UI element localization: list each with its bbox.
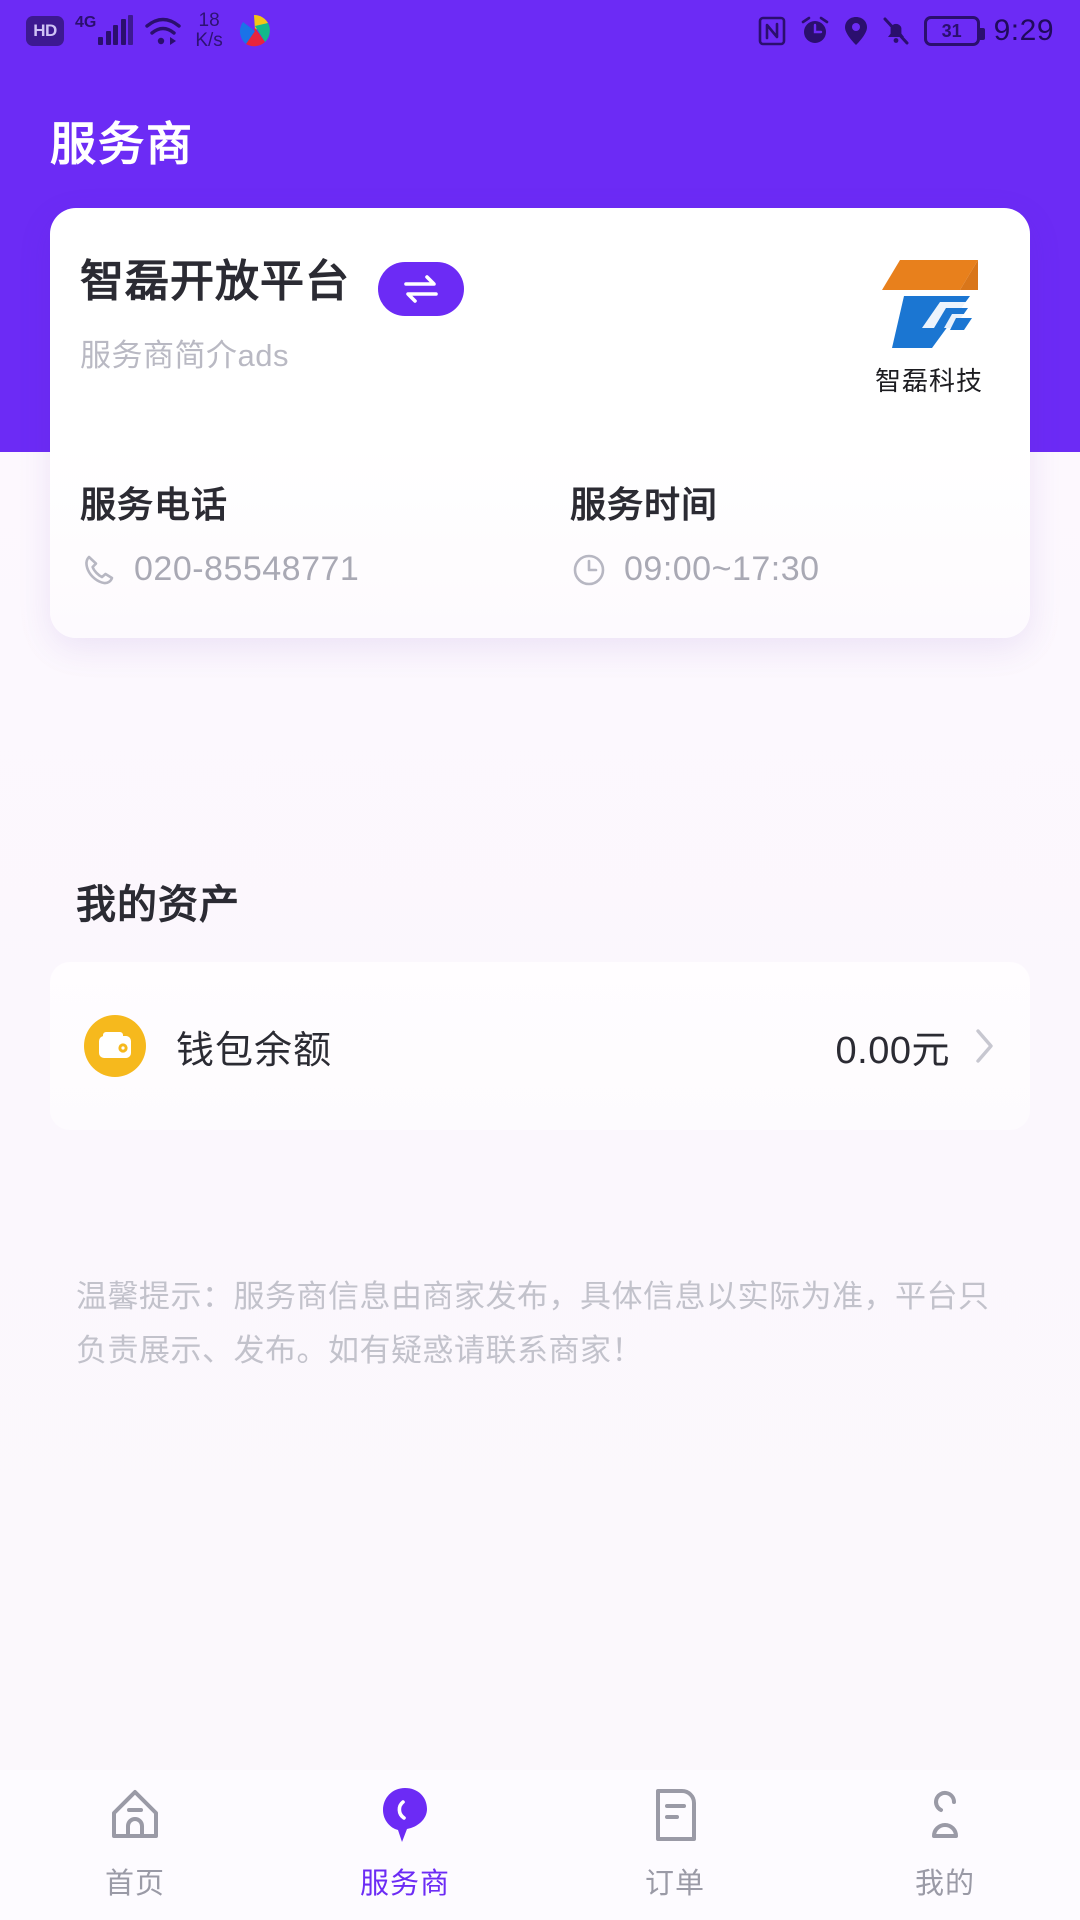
- wallet-balance-label: 钱包余额: [176, 1029, 333, 1072]
- tab-home[interactable]: 首页: [0, 1784, 270, 1902]
- service-phone-block: 服务电话 020-85548771: [80, 476, 540, 589]
- service-phone-label: 服务电话: [80, 484, 229, 525]
- swap-arrows-icon: [404, 275, 438, 303]
- page-title: 服务商: [50, 118, 194, 170]
- person-icon: [918, 1784, 972, 1846]
- wallet-glyph-icon: [99, 1032, 131, 1058]
- alarm-icon: [801, 16, 828, 43]
- provider-name: 智磊开放平台: [80, 257, 350, 306]
- provider-identity: 智磊开放平台 服务商简介ads: [80, 256, 350, 375]
- network-type-label: 4G: [75, 14, 97, 31]
- provider-card-header: 智磊开放平台 服务商简介ads 智磊科技: [80, 256, 1000, 398]
- page-background: [0, 452, 1080, 1920]
- status-bar-clock: 9:29: [993, 14, 1054, 47]
- service-phone-value-row[interactable]: 020-85548771: [80, 550, 540, 589]
- tab-profile[interactable]: 我的: [810, 1784, 1080, 1902]
- provider-contacts: 服务电话 020-85548771 服务时间 09:00~17:30: [80, 476, 1000, 589]
- tab-profile-label: 我的: [914, 1868, 975, 1900]
- net-speed-unit: K/s: [195, 30, 223, 51]
- battery-icon: 31: [923, 16, 985, 46]
- tab-service-provider[interactable]: 服务商: [270, 1784, 540, 1902]
- home-icon: [106, 1784, 164, 1846]
- battery-level: 31: [941, 20, 962, 41]
- status-bar-right: 31 9:29: [758, 14, 1054, 48]
- service-hours-value: 09:00~17:30: [624, 550, 820, 588]
- assets-section-title: 我的资产: [76, 883, 240, 927]
- service-hours-block: 服务时间 09:00~17:30: [540, 476, 1000, 589]
- tab-orders[interactable]: 订单: [540, 1784, 810, 1902]
- hd-icon: HD: [26, 16, 64, 46]
- provider-description: 服务商简介ads: [80, 338, 289, 373]
- signal-bars: [98, 15, 134, 45]
- wallet-balance-row[interactable]: 钱包余额 0.00元: [50, 962, 1030, 1130]
- service-chat-icon: [376, 1784, 434, 1846]
- wifi-icon: [145, 17, 182, 45]
- switch-provider-button[interactable]: [378, 262, 464, 316]
- phone-icon: [85, 555, 114, 584]
- provider-card: 智磊开放平台 服务商简介ads 智磊科技 服务电话 020-85548771 服…: [50, 208, 1030, 638]
- colorful-app-icon: [239, 14, 270, 47]
- company-name: 智磊科技: [874, 366, 983, 396]
- order-doc-icon: [648, 1784, 702, 1846]
- clock-icon: [573, 554, 605, 585]
- brand-block: 智磊科技: [874, 256, 1000, 398]
- wallet-balance-card[interactable]: 钱包余额 0.00元: [50, 962, 1030, 1130]
- tab-orders-label: 订单: [644, 1868, 705, 1900]
- service-hours-value-row: 09:00~17:30: [570, 550, 1000, 589]
- app-screen: HD 4G 18 K/s 31 9:29 服务商 智磊开放平台 服务商简介ads…: [0, 0, 1080, 1920]
- wallet-icon: [84, 1015, 146, 1077]
- location-icon: [844, 17, 867, 45]
- service-hours-label: 服务时间: [570, 484, 719, 525]
- status-bar: HD 4G 18 K/s 31 9:29: [0, 0, 1080, 62]
- nfc-icon: [758, 16, 785, 46]
- silent-bell-icon: [883, 17, 909, 45]
- company-logo-icon: [882, 260, 978, 348]
- status-bar-left: HD 4G 18 K/s: [26, 11, 274, 51]
- tab-home-label: 首页: [104, 1868, 165, 1900]
- signal-icon: 4G: [75, 14, 134, 45]
- chevron-right-icon[interactable]: [974, 1027, 996, 1065]
- bottom-navigation: 首页 服务商 订单 我的: [0, 1770, 1080, 1920]
- service-phone-value: 020-85548771: [134, 550, 360, 588]
- disclaimer-tip: 温馨提示：服务商信息由商家发布，具体信息以实际为准，平台只负责展示、发布。如有疑…: [76, 1279, 990, 1368]
- wallet-balance-amount: 0.00元: [835, 1029, 950, 1072]
- net-speed-value: 18: [198, 10, 220, 31]
- tab-service-provider-label: 服务商: [359, 1868, 450, 1900]
